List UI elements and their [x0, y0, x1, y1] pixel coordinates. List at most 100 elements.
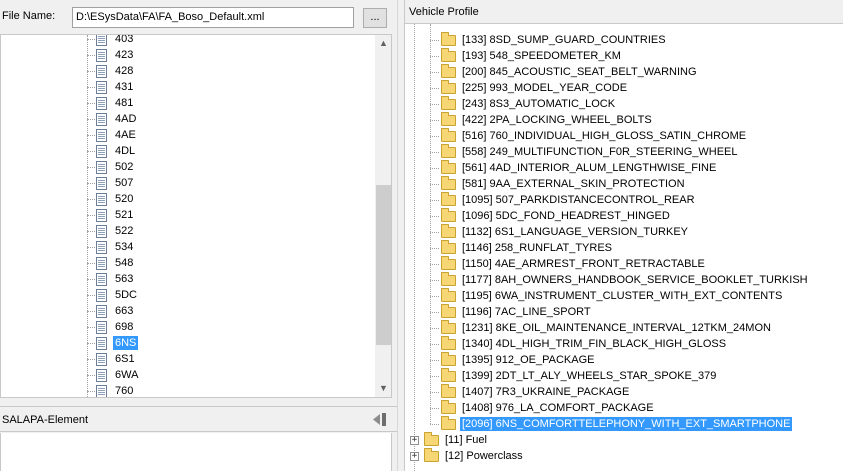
vehicle-group-item[interactable]: + [11] Fuel — [410, 431, 489, 448]
vehicle-option-item[interactable]: [1196] 7AC_LINE_SPORT — [430, 303, 593, 320]
file-list-item[interactable]: 760 — [87, 383, 135, 397]
vehicle-option-item[interactable]: [2096] 6NS_COMFORTTELEPHONY_WITH_EXT_SMA… — [430, 415, 793, 432]
file-list-item[interactable]: 563 — [87, 271, 135, 287]
document-icon — [96, 368, 107, 382]
folder-icon — [441, 367, 456, 382]
tree-connector — [87, 278, 95, 280]
vehicle-option-label: [581] 9AA_EXTERNAL_SKIN_PROTECTION — [462, 178, 685, 190]
vehicle-option-label: [1196] 7AC_LINE_SPORT — [462, 306, 591, 318]
file-list-item[interactable]: 502 — [87, 159, 135, 175]
file-list-item-label: 6WA — [115, 369, 139, 381]
vehicle-option-item[interactable]: [225] 993_MODEL_YEAR_CODE — [430, 79, 629, 96]
vehicle-option-item[interactable]: [1408] 976_LA_COMFORT_PACKAGE — [430, 399, 656, 416]
tree-connector — [430, 279, 439, 281]
browse-button[interactable]: ... — [363, 8, 387, 28]
file-list-item[interactable]: 481 — [87, 95, 135, 111]
vehicle-option-item[interactable]: [516] 760_INDIVIDUAL_HIGH_GLOSS_SATIN_CH… — [430, 127, 748, 144]
vehicle-option-item[interactable]: [1177] 8AH_OWNERS_HANDBOOK_SERVICE_BOOKL… — [430, 271, 810, 288]
file-list-item-label: 548 — [115, 257, 134, 269]
document-icon — [96, 224, 107, 238]
vehicle-option-item[interactable]: [193] 548_SPEEDOMETER_KM — [430, 47, 623, 64]
vehicle-option-item[interactable]: [1150] 4AE_ARMREST_FRONT_RETRACTABLE — [430, 255, 707, 272]
folder-icon — [441, 287, 456, 302]
file-list-item[interactable]: 6NS — [87, 335, 139, 351]
vehicle-option-label: [2096] 6NS_COMFORTTELEPHONY_WITH_EXT_SMA… — [460, 417, 793, 431]
expand-plus-icon[interactable]: + — [410, 451, 419, 461]
folder-icon — [424, 447, 439, 462]
tree-connector — [87, 38, 95, 40]
vehicle-option-label: [200] 845_ACOUSTIC_SEAT_BELT_WARNING — [462, 66, 697, 78]
vehicle-option-item[interactable]: [1146] 258_RUNFLAT_TYRES — [430, 239, 614, 256]
vehicle-option-item[interactable]: [558] 249_MULTIFUNCTION_F0R_STEERING_WHE… — [430, 143, 739, 160]
tree-connector — [87, 166, 95, 168]
file-list-item[interactable]: 6S1 — [87, 351, 137, 367]
file-list-item-label: 423 — [115, 49, 134, 61]
vehicle-option-item[interactable]: [133] 8SD_SUMP_GUARD_COUNTRIES — [430, 31, 668, 48]
file-list-item-label: 502 — [115, 161, 134, 173]
tree-connector — [87, 230, 95, 232]
vehicle-option-item[interactable]: [561] 4AD_INTERIOR_ALUM_LENGTHWISE_FINE — [430, 159, 718, 176]
file-list-item[interactable]: 663 — [87, 303, 135, 319]
vehicle-option-item[interactable]: [1395] 912_OE_PACKAGE — [430, 351, 597, 368]
vehicle-option-item[interactable]: [1195] 6WA_INSTRUMENT_CLUSTER_WITH_EXT_C… — [430, 287, 784, 304]
tree-connector — [87, 150, 95, 152]
vehicle-option-item[interactable]: [1095] 507_PARKDISTANCECONTROL_REAR — [430, 191, 697, 208]
vehicle-option-item[interactable]: [1231] 8KE_OIL_MAINTENANCE_INTERVAL_12TK… — [430, 319, 773, 336]
vehicle-option-item[interactable]: [243] 8S3_AUTOMATIC_LOCK — [430, 95, 617, 112]
vehicle-profile-tree[interactable]: [133] 8SD_SUMP_GUARD_COUNTRIES [193] 548_… — [405, 24, 843, 471]
file-list-item-label: 6S1 — [115, 353, 135, 365]
vehicle-option-item[interactable]: [1132] 6S1_LANGUAGE_VERSION_TURKEY — [430, 223, 690, 240]
folder-icon — [441, 159, 456, 174]
file-list-item[interactable]: 521 — [87, 207, 135, 223]
file-list-item[interactable]: 4DL — [87, 143, 137, 159]
folder-icon — [441, 47, 456, 62]
file-list-item[interactable]: 403 — [87, 35, 135, 47]
file-list-item[interactable]: 548 — [87, 255, 135, 271]
tree-connector — [430, 311, 439, 313]
document-icon — [96, 240, 107, 254]
file-list-item[interactable]: 4AE — [87, 127, 138, 143]
file-list-item[interactable]: 507 — [87, 175, 135, 191]
tree-connector — [430, 71, 439, 73]
file-list-scrollbar[interactable]: ▲ ▼ — [375, 35, 391, 397]
vehicle-option-item[interactable]: [1340] 4DL_HIGH_TRIM_FIN_BLACK_HIGH_GLOS… — [430, 335, 728, 352]
vehicle-profile-title: Vehicle Profile — [409, 6, 479, 18]
vehicle-group-item[interactable]: + [12] Powerclass — [410, 447, 525, 464]
vehicle-option-item[interactable]: [422] 2PA_LOCKING_WHEEL_BOLTS — [430, 111, 654, 128]
vehicle-option-item[interactable]: [200] 845_ACOUSTIC_SEAT_BELT_WARNING — [430, 63, 699, 80]
file-list-item[interactable]: 4AD — [87, 111, 138, 127]
file-list-item[interactable]: 423 — [87, 47, 135, 63]
vehicle-option-item[interactable]: [1096] 5DC_FOND_HEADREST_HINGED — [430, 207, 672, 224]
file-list-item-label: 4AE — [115, 129, 136, 141]
panel-splitter[interactable] — [397, 0, 404, 471]
file-list-item[interactable]: 522 — [87, 223, 135, 239]
file-list-item[interactable]: 5DC — [87, 287, 139, 303]
vehicle-option-item[interactable]: [581] 9AA_EXTERNAL_SKIN_PROTECTION — [430, 175, 687, 192]
folder-icon — [441, 415, 456, 430]
expand-plus-icon[interactable]: + — [410, 435, 419, 445]
folder-icon — [424, 431, 439, 446]
file-list-item[interactable]: 431 — [87, 79, 135, 95]
file-name-input[interactable]: D:\ESysData\FA\FA_Boso_Default.xml — [72, 7, 354, 28]
scroll-down-icon[interactable]: ▼ — [375, 380, 391, 397]
tree-connector — [430, 215, 439, 217]
vehicle-option-item[interactable]: [1407] 7R3_UKRAINE_PACKAGE — [430, 383, 631, 400]
scroll-up-icon[interactable]: ▲ — [375, 35, 391, 52]
vehicle-profile-panel: Vehicle Profile [133] 8SD_SUMP_GUARD_COU… — [404, 0, 843, 471]
tree-connector — [430, 343, 439, 345]
file-list-item[interactable]: 520 — [87, 191, 135, 207]
vehicle-option-item[interactable]: [1399] 2DT_LT_ALY_WHEELS_STAR_SPOKE_379 — [430, 367, 718, 384]
file-list[interactable]: ▲ ▼ 403 423 428 431 481 4AD 4AE 4DL 502 507 520 521… — [0, 34, 392, 398]
file-list-item[interactable]: 698 — [87, 319, 135, 335]
vehicle-option-label: [558] 249_MULTIFUNCTION_F0R_STEERING_WHE… — [462, 146, 738, 158]
scroll-thumb[interactable] — [376, 185, 391, 345]
document-icon — [96, 64, 107, 78]
tree-connector — [87, 374, 95, 376]
collapse-arrow-icon[interactable] — [371, 412, 387, 427]
vehicle-option-label: [193] 548_SPEEDOMETER_KM — [462, 50, 621, 62]
folder-icon — [441, 399, 456, 414]
file-list-item[interactable]: 428 — [87, 63, 135, 79]
file-list-item[interactable]: 6WA — [87, 367, 140, 383]
file-list-item-label: 4DL — [115, 145, 136, 157]
file-list-item[interactable]: 534 — [87, 239, 135, 255]
